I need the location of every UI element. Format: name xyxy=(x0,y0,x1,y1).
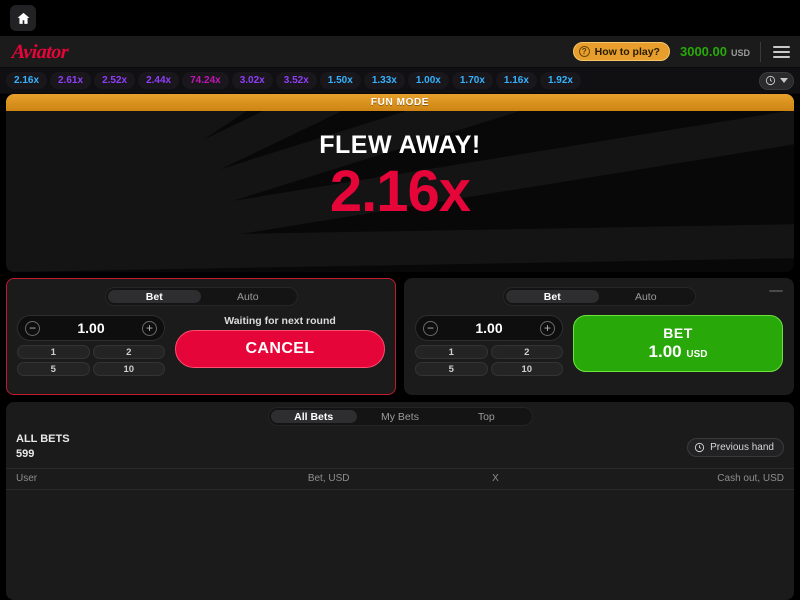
history-chip-list: 2.16x 2.61x 2.52x 2.44x 74.24x 3.02x 3.52x 1.50… xyxy=(6,72,581,89)
stake-controls-left: − 1.00 + 1 2 5 10 xyxy=(17,315,165,376)
quick-amount-button[interactable]: 1 xyxy=(17,345,90,359)
quick-amount-button[interactable]: 2 xyxy=(490,345,563,359)
how-to-play-button[interactable]: ? How to play? xyxy=(572,42,670,61)
quick-amount-button[interactable]: 2 xyxy=(92,345,165,359)
history-chip[interactable]: 1.16x xyxy=(495,72,537,89)
quick-amount-button[interactable]: 5 xyxy=(17,362,90,376)
app-header: Aviator ? How to play? 3000.00 USD xyxy=(0,36,800,68)
history-clock-icon xyxy=(694,442,705,453)
history-chip[interactable]: 2.52x xyxy=(94,72,136,89)
flew-away-label: FLEW AWAY! xyxy=(319,131,481,159)
waiting-status-text: Waiting for next round xyxy=(224,315,336,327)
all-bets-count: 599 xyxy=(16,447,35,460)
minus-icon[interactable] xyxy=(769,290,783,292)
all-bets-title: ALL BETS xyxy=(16,433,70,445)
action-area-right: BET 1.00 USD xyxy=(573,315,783,376)
previous-hand-button[interactable]: Previous hand xyxy=(687,438,784,457)
all-bets-heading-group: ALL BETS 599 xyxy=(16,432,70,462)
balance-amount: 3000.00 xyxy=(679,44,727,59)
home-button[interactable] xyxy=(10,5,36,31)
bet-panel-right-body: − 1.00 + 1 2 5 10 BET 1.00 USD xyxy=(415,315,783,376)
bet-mode-switch-left: Bet Auto xyxy=(104,287,298,306)
header-right-group: ? How to play? 3000.00 USD xyxy=(572,41,792,62)
quick-amount-button[interactable]: 10 xyxy=(490,362,563,376)
bet-amount-value: 1.00 xyxy=(648,341,682,361)
tab-auto-left[interactable]: Auto xyxy=(201,290,295,303)
stake-stepper-right: − 1.00 + xyxy=(415,315,563,341)
plus-circle-icon[interactable]: + xyxy=(540,320,555,336)
minus-circle-icon[interactable]: − xyxy=(25,320,40,336)
history-clock-icon xyxy=(765,75,776,86)
bet-button-label: BET xyxy=(663,325,693,342)
bet-panel-left-body: − 1.00 + 1 2 5 10 Waiting for next round… xyxy=(17,315,385,376)
round-history-bar: 2.16x 2.61x 2.52x 2.44x 74.24x 3.02x 3.52x 1.50… xyxy=(0,68,800,94)
cancel-button[interactable]: CANCEL xyxy=(175,330,385,368)
balance-display: 3000.00 USD xyxy=(680,44,750,59)
history-chip[interactable]: 1.00x xyxy=(407,72,449,89)
history-chip[interactable]: 2.44x xyxy=(138,72,180,89)
quick-amounts-left: 1 2 5 10 xyxy=(17,345,165,376)
bet-panels: Bet Auto − 1.00 + 1 2 5 10 Waiting for n… xyxy=(0,272,800,395)
bet-button-amount: 1.00 USD xyxy=(649,342,708,361)
game-canvas-wrapper: FUN MODE FLEW AWAY! 2.16x xyxy=(0,94,800,272)
aviator-app: Aviator ? How to play? 3000.00 USD 2.16x… xyxy=(0,0,800,600)
history-chip[interactable]: 3.02x xyxy=(231,72,273,89)
tab-my-bets[interactable]: My Bets xyxy=(357,410,443,423)
bet-panel-right: Bet Auto − 1.00 + 1 2 5 10 BET 1.00 USD xyxy=(404,278,794,395)
quick-amount-button[interactable]: 5 xyxy=(415,362,488,376)
stake-stepper-left: − 1.00 + xyxy=(17,315,165,341)
history-chip[interactable]: 1.92x xyxy=(539,72,581,89)
history-toggle-button[interactable] xyxy=(759,71,794,90)
action-area-left: Waiting for next round CANCEL xyxy=(175,315,385,376)
column-user: User xyxy=(16,473,38,485)
quick-amount-button[interactable]: 10 xyxy=(92,362,165,376)
question-mark-icon: ? xyxy=(578,46,590,57)
hamburger-menu-icon[interactable] xyxy=(771,44,792,60)
history-chip[interactable]: 1.70x xyxy=(451,72,493,89)
tab-auto-right[interactable]: Auto xyxy=(599,290,693,303)
history-chip[interactable]: 3.52x xyxy=(275,72,317,89)
fun-mode-banner: FUN MODE xyxy=(6,94,794,111)
plus-circle-icon[interactable]: + xyxy=(142,320,157,336)
quick-amounts-right: 1 2 5 10 xyxy=(415,345,563,376)
how-to-play-label: How to play? xyxy=(594,45,660,58)
bets-section: All Bets My Bets Top ALL BETS 599 Previo… xyxy=(6,402,794,600)
tab-bet-right[interactable]: Bet xyxy=(505,290,599,303)
history-chip[interactable]: 1.33x xyxy=(363,72,405,89)
canvas-result-group: FLEW AWAY! 2.16x xyxy=(6,111,794,272)
column-bet: Bet, USD xyxy=(307,473,350,485)
bet-amount-currency: USD xyxy=(686,348,708,360)
chevron-down-icon xyxy=(780,78,788,83)
top-bar xyxy=(0,0,800,36)
tab-bet-left[interactable]: Bet xyxy=(107,290,201,303)
stake-controls-right: − 1.00 + 1 2 5 10 xyxy=(415,315,563,376)
all-bets-header: ALL BETS 599 Previous hand xyxy=(6,426,794,462)
bets-table-header: User Bet, USD X Cash out, USD xyxy=(6,467,794,490)
history-chip[interactable]: 2.61x xyxy=(50,72,92,89)
column-x: X xyxy=(492,473,499,485)
bets-table-body xyxy=(6,490,794,570)
bet-mode-switch-right: Bet Auto xyxy=(502,287,696,306)
history-chip[interactable]: 1.50x xyxy=(319,72,361,89)
column-cashout: Cash out, USD xyxy=(717,473,784,485)
minus-circle-icon[interactable]: − xyxy=(423,320,438,336)
history-chip[interactable]: 2.16x xyxy=(6,72,48,89)
aviator-logo: Aviator xyxy=(11,40,69,63)
bets-tabs: All Bets My Bets Top xyxy=(267,407,533,426)
balance-currency: USD xyxy=(730,48,750,58)
quick-amount-button[interactable]: 1 xyxy=(415,345,488,359)
game-canvas: FUN MODE FLEW AWAY! 2.16x xyxy=(6,94,794,272)
history-chip[interactable]: 74.24x xyxy=(182,72,229,89)
crash-multiplier: 2.16x xyxy=(329,159,471,224)
bet-panel-left: Bet Auto − 1.00 + 1 2 5 10 Waiting for n… xyxy=(6,278,396,395)
stake-value-left[interactable]: 1.00 xyxy=(77,320,104,336)
tab-top[interactable]: Top xyxy=(443,410,529,423)
tab-all-bets[interactable]: All Bets xyxy=(270,410,357,423)
header-divider xyxy=(760,41,761,62)
bet-button[interactable]: BET 1.00 USD xyxy=(573,315,783,372)
previous-hand-label: Previous hand xyxy=(710,442,774,453)
stake-value-right[interactable]: 1.00 xyxy=(475,320,502,336)
home-icon xyxy=(16,11,31,26)
